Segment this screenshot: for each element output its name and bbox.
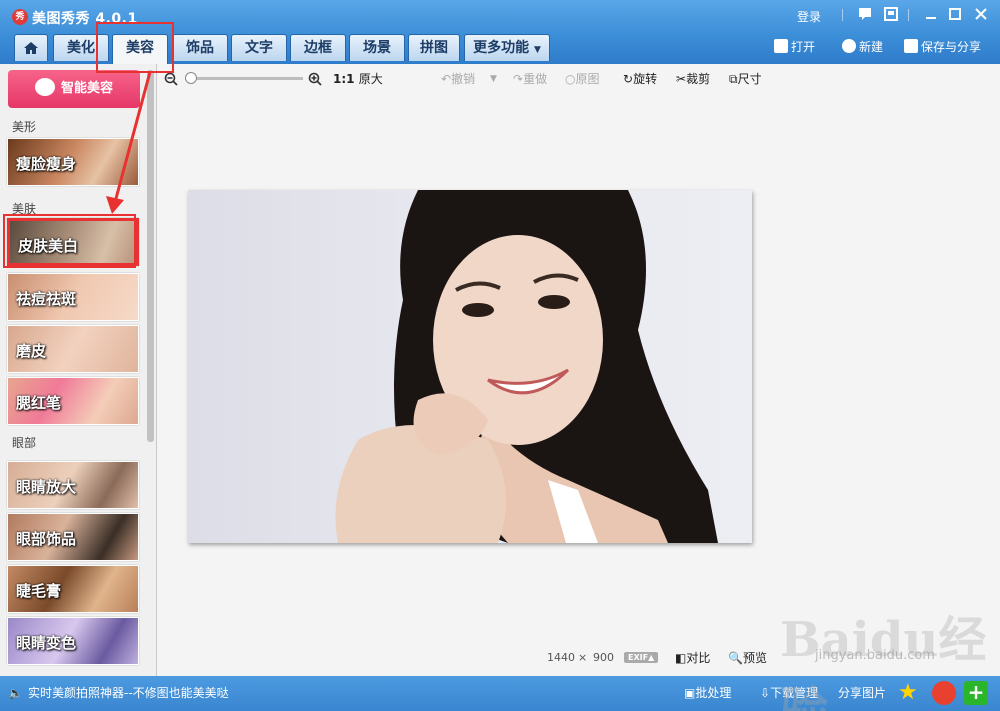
tool-blush-pen[interactable]: 腮红笔 (7, 377, 139, 425)
exif-button[interactable]: EXIF▲ (624, 652, 659, 663)
resize-icon: ⧉ (729, 72, 738, 86)
zoom-ratio: 1:1 (333, 72, 355, 86)
actual-size-button[interactable]: 1:1 原大 (333, 72, 383, 86)
original-label: 原图 (575, 72, 600, 86)
login-link[interactable]: 登录 (797, 8, 821, 25)
watermark-url: jingyan.baidu.com (815, 648, 935, 663)
tool-mascara[interactable]: 睫毛膏 (7, 565, 139, 613)
original-button[interactable]: ○原图 (565, 72, 600, 86)
compare-label: 对比 (686, 651, 711, 665)
compare-button[interactable]: ◧对比 (675, 650, 710, 666)
close-icon[interactable] (972, 7, 990, 23)
status-tip[interactable]: 实时美颜拍照神器--不修图也能美美哒 (28, 685, 229, 701)
photo-canvas[interactable] (188, 190, 752, 543)
tab-text[interactable]: 文字 (231, 34, 287, 61)
tab-collage[interactable]: 拼图 (408, 34, 460, 61)
triangle-up-icon: ▲ (648, 653, 655, 662)
save-share-label: 保存与分享 (921, 40, 982, 54)
divider (842, 9, 843, 21)
maximize-icon[interactable] (946, 7, 964, 23)
undo-icon: ↶ (441, 72, 452, 86)
size-label: 尺寸 (737, 72, 762, 86)
annotation-box-tool (3, 214, 136, 268)
speaker-icon: 🔈 (8, 686, 23, 700)
batch-label: 批处理 (695, 686, 732, 700)
undo-button[interactable]: ↶撤销 (441, 72, 475, 86)
tool-skin-smoothing[interactable]: 磨皮 (7, 325, 139, 373)
undo-dropdown-icon[interactable]: ▼ (490, 72, 497, 86)
folder-icon (774, 39, 788, 53)
scissors-icon: ✂ (676, 72, 687, 86)
preview-icon: 🔍 (728, 651, 743, 665)
smart-beauty-icon (34, 78, 55, 96)
tool-label: 眼睛变色 (16, 634, 77, 652)
tool-label: 腮红笔 (16, 394, 62, 412)
save-share-button[interactable]: 保存与分享 (904, 38, 981, 56)
edit-toolbar: 1:1 原大 ↶撤销 ▼ ↷重做 ○原图 ↻旋转 ✂裁剪 ⧉尺寸 (157, 64, 1000, 94)
tab-home[interactable] (14, 34, 48, 61)
tab-accessories[interactable]: 饰品 (172, 34, 228, 61)
zoom-out-icon[interactable] (164, 72, 178, 89)
divider (908, 9, 909, 21)
zoom-slider-knob[interactable] (185, 72, 197, 84)
skin-icon[interactable] (882, 7, 900, 23)
redo-button[interactable]: ↷重做 (513, 72, 547, 86)
original-icon: ○ (565, 72, 576, 86)
compare-icon: ◧ (675, 651, 687, 665)
tool-label: 眼部饰品 (16, 530, 77, 548)
tool-eye-accessories[interactable]: 眼部饰品 (7, 513, 139, 561)
open-label: 打开 (791, 40, 816, 54)
feedback-icon[interactable] (856, 7, 874, 23)
preview-label: 预览 (742, 651, 767, 665)
crop-label: 裁剪 (686, 72, 711, 86)
zoom-in-icon[interactable] (308, 72, 322, 89)
tool-eye-color[interactable]: 眼睛变色 (7, 617, 139, 665)
tab-border[interactable]: 边框 (290, 34, 346, 61)
zoom-slider[interactable] (185, 72, 303, 84)
portrait-photo (335, 190, 718, 543)
work-area: 1:1 原大 ↶撤销 ▼ ↷重做 ○原图 ↻旋转 ✂裁剪 ⧉尺寸 1440 × … (157, 64, 1000, 676)
section-shape: 美形 (12, 120, 37, 134)
batch-icon: ▣ (684, 686, 696, 700)
preview-button[interactable]: 🔍预览 (728, 650, 767, 666)
rotate-button[interactable]: ↻旋转 (623, 72, 657, 86)
chevron-down-icon: ▼ (533, 45, 541, 55)
batch-button[interactable]: ▣批处理 (684, 685, 731, 701)
home-icon (24, 42, 38, 54)
rotate-icon: ↻ (623, 72, 634, 86)
crop-button[interactable]: ✂裁剪 (676, 72, 710, 86)
tool-label: 瘦脸瘦身 (16, 155, 77, 173)
new-label: 新建 (859, 40, 884, 54)
tool-eye-enlarge[interactable]: 眼睛放大 (7, 461, 139, 509)
redo-icon: ↷ (513, 72, 524, 86)
annotation-arrow (106, 71, 152, 214)
new-button[interactable]: 新建 (842, 38, 883, 56)
open-button[interactable]: 打开 (774, 38, 815, 56)
image-height: 900 (593, 651, 614, 664)
download-icon: ⇩ (760, 686, 771, 700)
minimize-icon[interactable] (922, 7, 940, 23)
tool-label: 祛痘祛斑 (16, 290, 77, 308)
annotation-box-tab (96, 22, 174, 73)
redo-label: 重做 (523, 72, 548, 86)
section-eye: 眼部 (12, 436, 37, 450)
plus-circle-icon (842, 39, 856, 53)
save-icon (904, 39, 918, 53)
tab-scene[interactable]: 场景 (349, 34, 405, 61)
tool-label: 眼睛放大 (16, 478, 77, 496)
rotate-label: 旋转 (633, 72, 658, 86)
tool-label: 磨皮 (16, 342, 47, 360)
undo-label: 撤销 (451, 72, 476, 86)
tab-more[interactable]: 更多功能 ▼ (464, 34, 550, 61)
resize-button[interactable]: ⧉尺寸 (729, 72, 762, 86)
app-logo: 秀 (12, 9, 28, 25)
tool-label: 睫毛膏 (16, 582, 62, 600)
exif-label: EXIF (628, 653, 649, 662)
dimension-times: × (578, 651, 588, 664)
tool-acne-removal[interactable]: 祛痘祛斑 (7, 273, 139, 321)
tab-more-label: 更多功能 (473, 40, 530, 56)
image-width: 1440 (547, 651, 575, 664)
original-size-label: 原大 (358, 72, 383, 86)
